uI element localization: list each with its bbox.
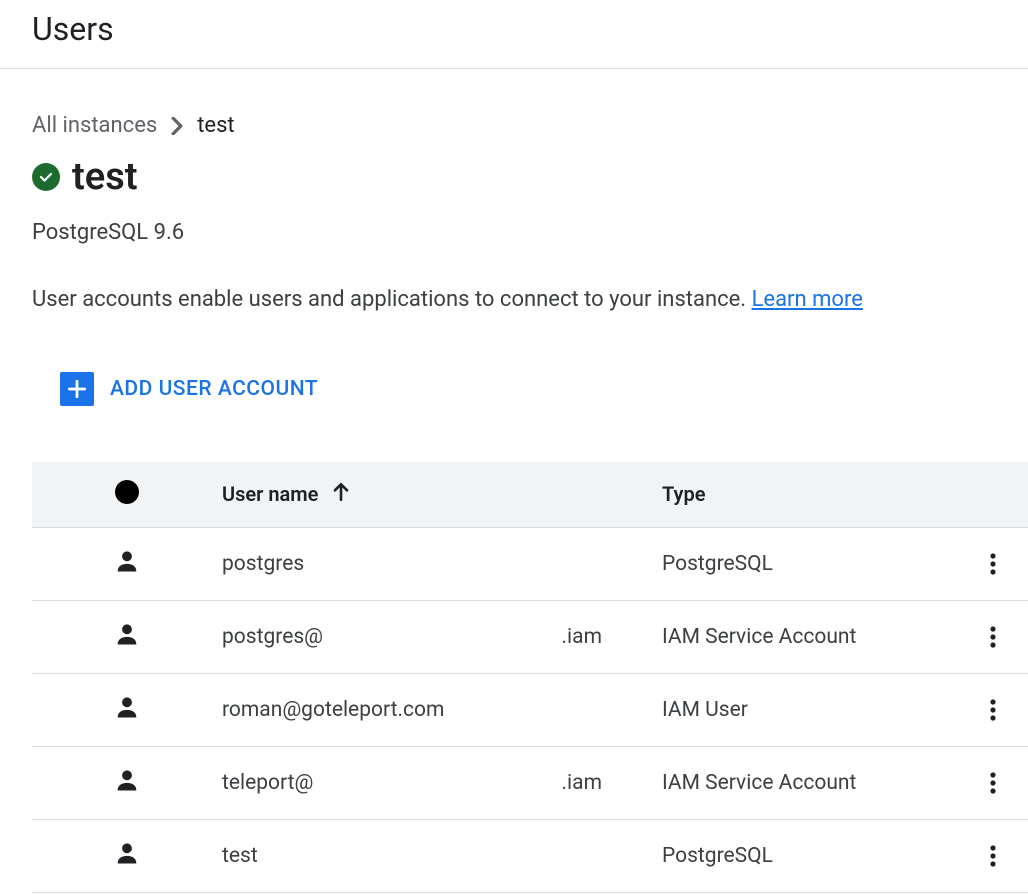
instance-title-row: test bbox=[32, 158, 1028, 196]
add-user-label: ADD USER ACCOUNT bbox=[110, 377, 318, 401]
row-actions-menu-button[interactable] bbox=[973, 690, 1013, 730]
table-header-row: User name Type bbox=[32, 462, 1028, 528]
breadcrumb-parent-link[interactable]: All instances bbox=[32, 113, 157, 138]
type-cell: IAM User bbox=[662, 673, 958, 746]
column-header-actions bbox=[958, 462, 1028, 528]
breadcrumb-current: test bbox=[197, 113, 234, 138]
row-actions-menu-button[interactable] bbox=[973, 763, 1013, 803]
type-cell: PostgreSQL bbox=[662, 527, 958, 600]
actions-cell bbox=[958, 819, 1028, 892]
user-icon bbox=[113, 620, 141, 648]
column-header-type[interactable]: Type bbox=[662, 462, 958, 528]
breadcrumb: All instances test bbox=[32, 113, 1028, 138]
row-icon-cell bbox=[32, 673, 222, 746]
instance-name: test bbox=[72, 158, 138, 196]
users-table: User name Type postgresPostgreSQLpostgre… bbox=[32, 462, 1028, 893]
username-value: test bbox=[222, 844, 258, 868]
learn-more-link[interactable]: Learn more bbox=[752, 287, 863, 312]
sort-ascending-icon bbox=[330, 481, 352, 508]
page-header: Users bbox=[0, 0, 1028, 69]
plus-icon bbox=[60, 372, 94, 406]
add-user-account-button[interactable]: ADD USER ACCOUNT bbox=[60, 372, 318, 406]
actions-cell bbox=[958, 600, 1028, 673]
table-row: postgres PostgreSQL bbox=[32, 527, 1028, 600]
user-icon bbox=[113, 693, 141, 721]
table-row: test PostgreSQL bbox=[32, 819, 1028, 892]
username-suffix: .iam bbox=[562, 625, 662, 649]
row-actions-menu-button[interactable] bbox=[973, 617, 1013, 657]
type-cell: PostgreSQL bbox=[662, 819, 958, 892]
description-text: User accounts enable users and applicati… bbox=[32, 285, 1028, 316]
username-cell: postgres bbox=[222, 527, 662, 600]
username-suffix: .iam bbox=[562, 771, 662, 795]
actions-cell bbox=[958, 527, 1028, 600]
actions-cell bbox=[958, 673, 1028, 746]
row-icon-cell bbox=[32, 600, 222, 673]
column-header-username[interactable]: User name bbox=[222, 462, 662, 528]
username-cell: roman@goteleport.com bbox=[222, 673, 662, 746]
page-title: Users bbox=[32, 10, 996, 48]
username-value: postgres bbox=[222, 552, 304, 576]
username-value: postgres@ bbox=[222, 625, 323, 649]
description-body: User accounts enable users and applicati… bbox=[32, 287, 752, 312]
header-indicator-cell bbox=[32, 462, 222, 528]
username-cell: test bbox=[222, 819, 662, 892]
user-icon bbox=[113, 547, 141, 575]
table-row: postgres@ .iamIAM Service Account bbox=[32, 600, 1028, 673]
row-icon-cell bbox=[32, 527, 222, 600]
row-actions-menu-button[interactable] bbox=[973, 836, 1013, 876]
table-row: roman@goteleport.com IAM User bbox=[32, 673, 1028, 746]
username-cell: teleport@ .iam bbox=[222, 746, 662, 819]
user-icon bbox=[113, 766, 141, 794]
username-value: roman@goteleport.com bbox=[222, 698, 444, 722]
user-icon bbox=[113, 839, 141, 867]
status-running-icon bbox=[32, 163, 60, 191]
username-value: teleport@ bbox=[222, 771, 313, 795]
type-cell: IAM Service Account bbox=[662, 600, 958, 673]
actions-cell bbox=[958, 746, 1028, 819]
type-cell: IAM Service Account bbox=[662, 746, 958, 819]
database-version: PostgreSQL 9.6 bbox=[32, 220, 1028, 245]
row-icon-cell bbox=[32, 819, 222, 892]
username-cell: postgres@ .iam bbox=[222, 600, 662, 673]
row-icon-cell bbox=[32, 746, 222, 819]
filled-circle-icon bbox=[115, 480, 139, 504]
username-header-label: User name bbox=[222, 482, 318, 506]
table-row: teleport@ .iamIAM Service Account bbox=[32, 746, 1028, 819]
row-actions-menu-button[interactable] bbox=[973, 544, 1013, 584]
content-area: All instances test test PostgreSQL 9.6 U… bbox=[0, 69, 1028, 893]
chevron-right-icon bbox=[171, 117, 183, 135]
